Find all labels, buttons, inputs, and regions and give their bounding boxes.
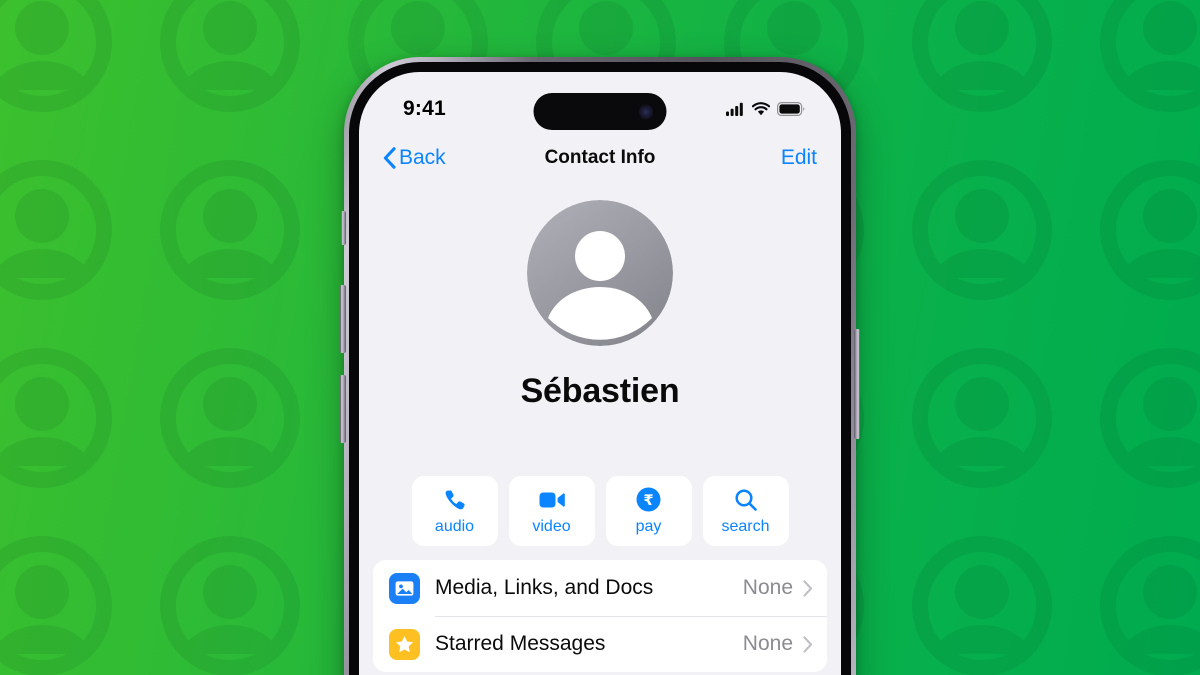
edit-button[interactable]: Edit [781,146,817,170]
chevron-right-icon [803,579,813,597]
svg-text:₹: ₹ [643,493,653,509]
pay-button[interactable]: ₹ pay [605,476,692,546]
front-camera-icon [638,104,654,119]
contact-profile: Sébastien [359,200,841,411]
list-item-label: Media, Links, and Docs [435,576,654,599]
back-button-label: Back [399,146,446,169]
list-item-media-links-docs[interactable]: Media, Links, and Docs None [373,560,827,616]
navigation-bar: Back Contact Info Edit [359,134,841,182]
list-item-value: None [742,576,793,599]
star-icon [389,628,420,660]
list-item-label: Starred Messages [435,632,606,655]
wifi-icon [752,102,770,116]
contact-name: Sébastien [520,372,680,410]
phone-screen: 9:41 Back Contact Info Edit Sébastien au… [359,72,841,675]
screenshot-stage: 9:41 Back Contact Info Edit Sébastien au… [0,0,1200,675]
avatar[interactable] [527,200,673,346]
search-button[interactable]: search [702,476,789,546]
video-call-button[interactable]: video [508,476,595,546]
list-item-starred-messages[interactable]: Starred Messages None [373,616,827,672]
phone-icon [443,487,467,513]
audio-call-label: audio [434,517,475,535]
video-call-label: video [532,517,571,535]
search-label: search [721,517,770,535]
list-item-value: None [742,632,793,655]
chevron-left-icon [383,147,396,169]
status-bar-indicators [726,102,805,116]
silent-switch-button[interactable] [341,211,346,245]
back-button[interactable]: Back [383,146,446,170]
chevron-right-icon [803,635,813,653]
power-button[interactable] [854,329,860,439]
rupee-circle-icon: ₹ [636,487,661,513]
dynamic-island[interactable] [533,93,667,130]
volume-down-button[interactable] [340,375,346,443]
audio-call-button[interactable]: audio [411,476,498,546]
iphone-device: 9:41 Back Contact Info Edit Sébastien au… [340,57,860,675]
cellular-bars-icon [726,102,745,116]
status-bar-time: 9:41 [403,97,446,120]
magnifier-icon [734,487,758,513]
battery-full-icon [777,102,805,116]
volume-up-button[interactable] [340,285,346,353]
photo-icon [389,572,420,604]
info-list: Media, Links, and Docs None Starred Mess… [373,560,827,672]
pay-label: pay [635,517,662,535]
video-camera-icon [539,487,565,513]
quick-actions: audio video ₹ pay search [359,476,841,546]
